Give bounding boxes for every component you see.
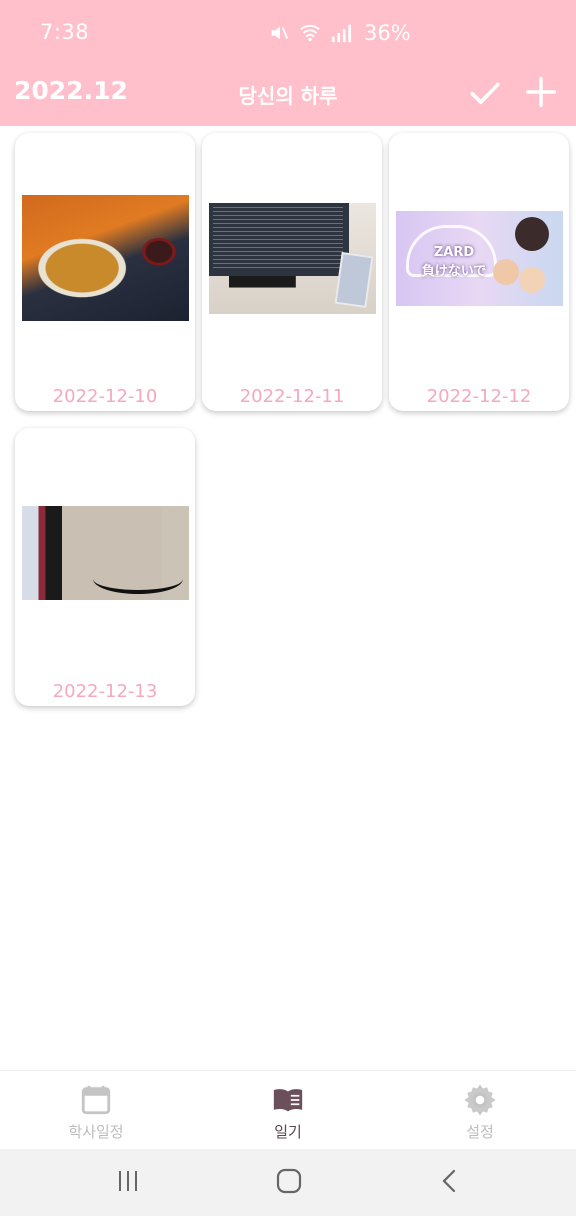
face xyxy=(493,259,519,285)
diary-card[interactable]: 2022-12-10 xyxy=(15,133,195,411)
wifi-icon xyxy=(298,22,322,44)
cable xyxy=(93,564,183,594)
mute-icon xyxy=(268,22,290,44)
entry-date: 2022-12-13 xyxy=(52,681,158,702)
diary-card[interactable]: 2022-12-11 xyxy=(202,133,382,411)
status-bar: 7:38 36% xyxy=(0,0,576,68)
status-icons: 36% xyxy=(268,18,411,48)
zard-thumbnail: ZARD 負けないで xyxy=(396,211,563,306)
face xyxy=(515,217,549,251)
nav-item-schedule[interactable]: 학사일정 xyxy=(36,1083,156,1142)
diary-card[interactable]: 2022-12-13 xyxy=(15,428,195,706)
book-icon xyxy=(228,1083,348,1117)
thumbnail-text: ZARD 負けないで xyxy=(421,245,487,279)
entry-date: 2022-12-11 xyxy=(239,386,345,407)
signal-icon xyxy=(330,22,352,44)
food-photo xyxy=(22,195,189,321)
diary-card[interactable]: ZARD 負けないで 2022-12-12 xyxy=(389,133,569,411)
code-lines xyxy=(213,207,343,269)
plus-icon[interactable] xyxy=(525,76,557,108)
battery-percent: 36% xyxy=(364,21,411,45)
nav-label: 일기 xyxy=(274,1123,302,1141)
nav-item-diary[interactable]: 일기 xyxy=(228,1083,348,1142)
nav-item-settings[interactable]: 설정 xyxy=(420,1083,540,1142)
entry-date: 2022-12-10 xyxy=(52,386,158,407)
entry-date: 2022-12-12 xyxy=(426,386,532,407)
home-icon[interactable] xyxy=(275,1167,303,1199)
tablet xyxy=(334,252,374,308)
nav-label: 학사일정 xyxy=(68,1123,124,1141)
back-icon[interactable] xyxy=(438,1167,462,1199)
recents-icon[interactable] xyxy=(116,1167,140,1199)
gear-icon xyxy=(420,1083,540,1117)
calendar-icon xyxy=(36,1083,156,1117)
header: 2022.12 당신의 하루 xyxy=(0,68,576,126)
bottom-nav: 학사일정 일기 설정 xyxy=(0,1070,576,1150)
check-icon[interactable] xyxy=(468,76,502,110)
system-nav xyxy=(0,1149,576,1216)
status-time: 7:38 xyxy=(40,20,90,44)
app-bar: 7:38 36% 2022.12 당신의 하루 xyxy=(0,0,576,126)
desk-photo xyxy=(22,506,189,600)
nav-label: 설정 xyxy=(466,1123,494,1141)
face xyxy=(519,267,545,293)
monitor-photo xyxy=(209,203,376,314)
